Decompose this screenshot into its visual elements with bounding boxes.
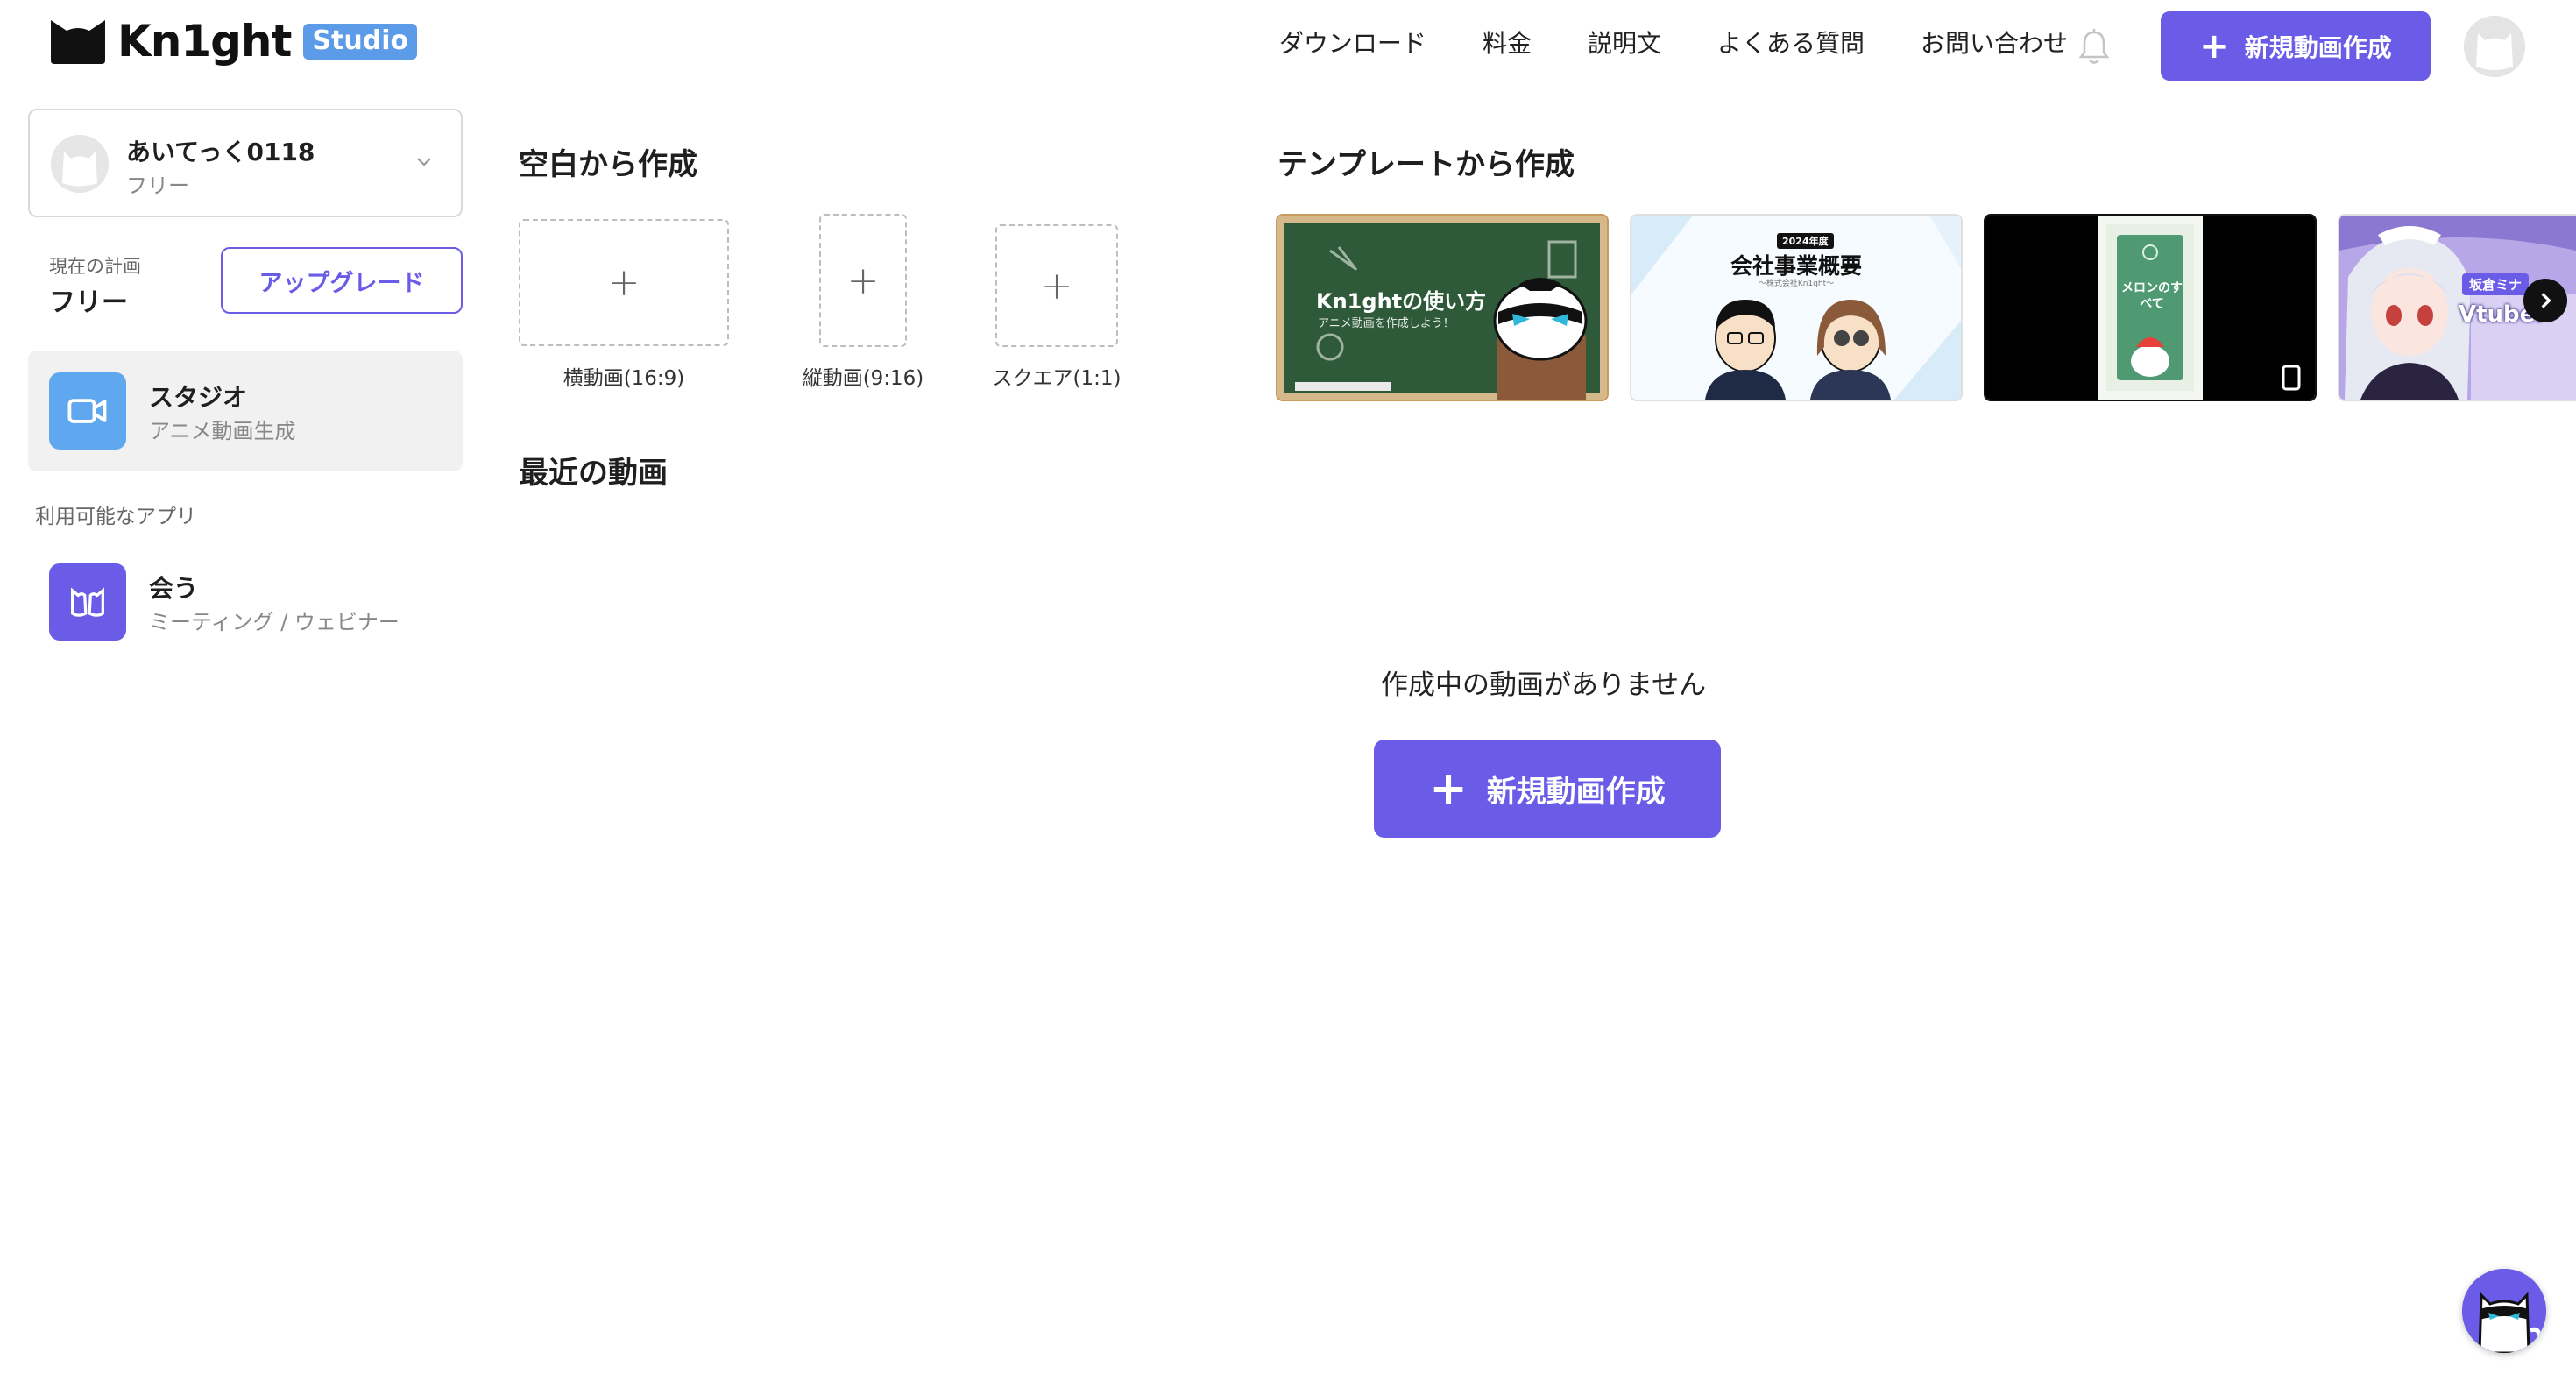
templates-next-button[interactable] bbox=[2523, 279, 2567, 322]
nav-pricing[interactable]: 料金 bbox=[1483, 25, 1532, 60]
studio-title: スタジオ bbox=[149, 383, 248, 412]
template-vtuber-name: 坂倉ミナ bbox=[2462, 273, 2530, 295]
upgrade-button[interactable]: アップグレード bbox=[221, 247, 463, 314]
template-card-company[interactable]: 2024年度 会社事業概要 〜株式会社Kn1ght〜 bbox=[1630, 214, 1963, 401]
plus-icon: + bbox=[607, 260, 640, 305]
brand-logo[interactable]: Kn1ght Studio bbox=[49, 16, 418, 67]
new-video-label: 新規動画作成 bbox=[2244, 32, 2392, 62]
account-switcher[interactable]: あいてっく0118 フリー bbox=[28, 109, 463, 217]
blank-landscape-card[interactable]: + bbox=[519, 219, 729, 346]
blank-section-title: 空白から作成 bbox=[519, 147, 697, 182]
nav-contact[interactable]: お問い合わせ bbox=[1921, 25, 2068, 60]
current-plan-value: フリー bbox=[49, 287, 128, 318]
cat-avatar-icon bbox=[51, 135, 109, 193]
template-card-howto[interactable]: Kn1ghtの使い方 アニメ動画を作成しよう！ bbox=[1276, 214, 1609, 401]
plus-icon: + bbox=[1040, 263, 1073, 308]
template-melon-title: メロンのすべて bbox=[2121, 281, 2183, 311]
video-camera-icon bbox=[49, 372, 126, 450]
recent-section-title: 最近の動画 bbox=[519, 456, 668, 491]
available-apps-label: 利用可能なアプリ bbox=[35, 506, 196, 528]
meeting-people-icon bbox=[49, 563, 126, 641]
brand-name: Kn1ght bbox=[117, 16, 292, 67]
empty-state-text: 作成中の動画がありません bbox=[1381, 669, 1707, 701]
meet-title: 会う bbox=[149, 574, 199, 603]
sidebar-item-meet[interactable]: 会う ミーティング / ウェビナー bbox=[28, 542, 463, 662]
nav-docs[interactable]: 説明文 bbox=[1588, 25, 1661, 60]
nav-faq[interactable]: よくある質問 bbox=[1717, 25, 1865, 60]
cat-logo-icon bbox=[51, 20, 105, 64]
bell-icon[interactable] bbox=[2077, 28, 2112, 67]
account-plan: フリー bbox=[126, 174, 189, 198]
account-name: あいてっく0118 bbox=[126, 138, 315, 166]
new-video-button-main[interactable]: + 新規動画作成 bbox=[1374, 740, 1721, 838]
chevron-right-icon bbox=[2541, 293, 2551, 308]
chevron-down-icon bbox=[417, 158, 431, 166]
cat-avatar-icon bbox=[2464, 16, 2525, 77]
plus-icon: + bbox=[2199, 25, 2229, 67]
new-video-label: 新規動画作成 bbox=[1486, 774, 1666, 810]
blank-landscape-label: 横動画(16:9) bbox=[563, 367, 685, 390]
sidebar-item-studio[interactable]: スタジオ アニメ動画生成 bbox=[28, 351, 463, 471]
user-avatar[interactable] bbox=[2464, 16, 2525, 77]
new-video-button-header[interactable]: + 新規動画作成 bbox=[2161, 11, 2431, 81]
template-howto-title: Kn1ghtの使い方 bbox=[1316, 289, 1487, 314]
plus-icon: + bbox=[846, 258, 880, 303]
current-plan-label: 現在の計画 bbox=[49, 256, 141, 277]
blank-portrait-card[interactable]: + bbox=[819, 214, 907, 347]
plus-icon: + bbox=[1429, 762, 1468, 815]
ninja-cat-icon bbox=[2462, 1269, 2546, 1353]
studio-badge: Studio bbox=[303, 23, 418, 60]
template-company-subtitle: 〜株式会社Kn1ght〜 bbox=[1758, 280, 1835, 288]
template-company-title: 会社事業概要 bbox=[1730, 253, 1862, 279]
support-chat-button[interactable] bbox=[2462, 1269, 2546, 1353]
blank-square-label: スクエア(1:1) bbox=[992, 367, 1122, 390]
meet-subtitle: ミーティング / ウェビナー bbox=[149, 610, 400, 634]
template-card-melon[interactable]: メロンのすべて bbox=[1984, 214, 2317, 401]
blank-portrait-label: 縦動画(9:16) bbox=[802, 367, 924, 390]
top-header: Kn1ght Studio ダウンロード 料金 説明文 よくある質問 お問い合わ… bbox=[0, 0, 2576, 91]
account-avatar bbox=[51, 135, 109, 193]
blank-square-card[interactable]: + bbox=[995, 224, 1118, 347]
template-howto-subtitle: アニメ動画を作成しよう！ bbox=[1318, 317, 1454, 330]
template-company-tag: 2024年度 bbox=[1777, 233, 1834, 249]
main-nav: ダウンロード 料金 説明文 よくある質問 お問い合わせ bbox=[1279, 25, 2068, 60]
template-section-title: テンプレートから作成 bbox=[1277, 147, 1575, 182]
nav-download[interactable]: ダウンロード bbox=[1279, 25, 1426, 60]
studio-subtitle: アニメ動画生成 bbox=[149, 419, 296, 443]
